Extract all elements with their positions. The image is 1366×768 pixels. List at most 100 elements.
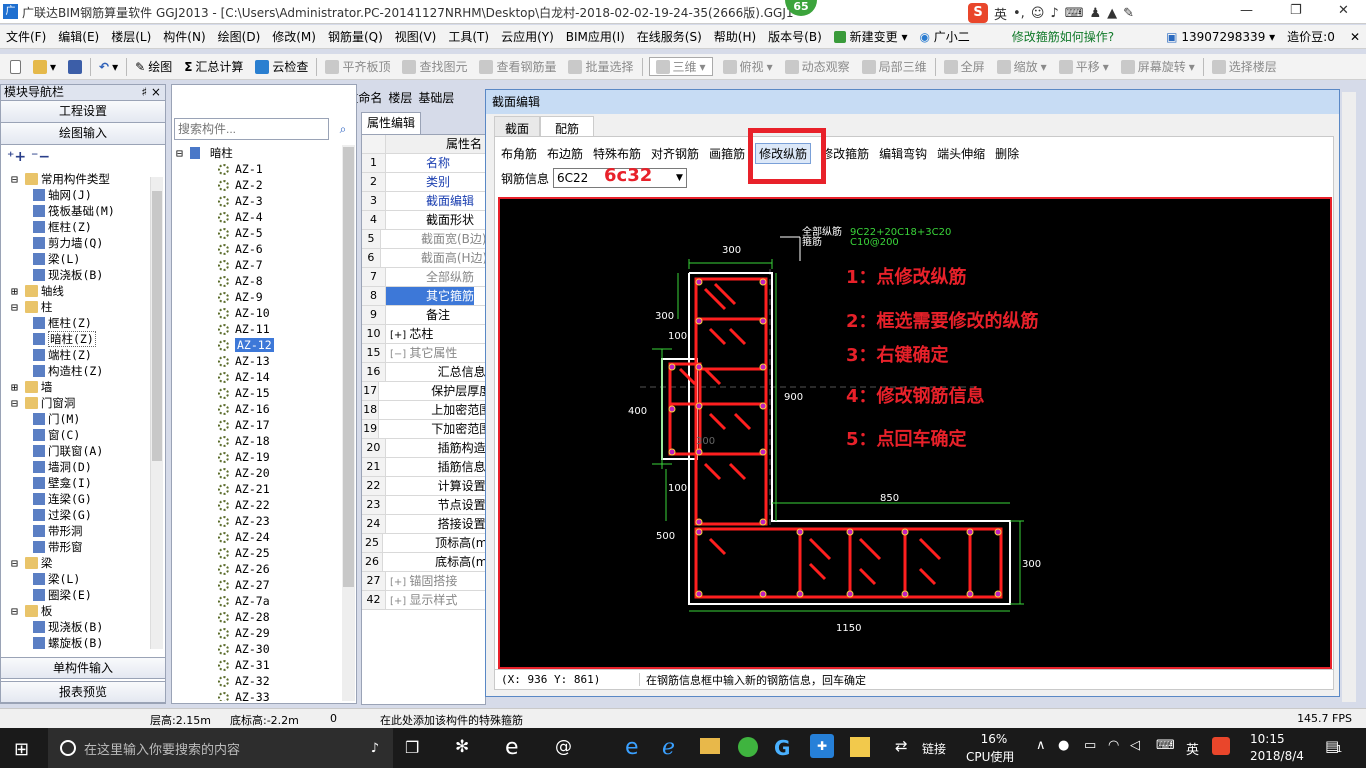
menu-item[interactable]: 修改(M): [266, 28, 322, 45]
nav-tree-item[interactable]: 圈梁(E): [1, 587, 149, 603]
nav-tree-item[interactable]: 暗柱(Z): [1, 331, 149, 347]
menu-item[interactable]: 构件(N): [157, 28, 211, 45]
volume-icon[interactable]: ◁: [1130, 738, 1140, 753]
network-label[interactable]: 链接: [922, 740, 946, 757]
nav-tree-item[interactable]: ⊞ 轴线: [1, 283, 149, 299]
menu-item[interactable]: 楼层(L): [105, 28, 157, 45]
tab-property-edit[interactable]: 属性编辑: [361, 112, 421, 134]
open-button[interactable]: ▾: [27, 59, 62, 74]
nav-tree-item[interactable]: 现浇板(B): [1, 267, 149, 283]
nav-tree-item[interactable]: 轴网(J): [1, 187, 149, 203]
nav-tree-item[interactable]: ⊟ 柱: [1, 299, 149, 315]
minimize-icon[interactable]: —: [1240, 3, 1253, 18]
property-row[interactable]: 21 插筋信息: [362, 458, 485, 477]
component-list-item[interactable]: AZ-23: [176, 513, 336, 529]
right-scrollbar[interactable]: [1342, 92, 1356, 702]
single-input-button[interactable]: 单构件输入: [1, 657, 165, 679]
component-list-item[interactable]: AZ-24: [176, 529, 336, 545]
property-row[interactable]: 25 顶标高(m): [362, 534, 485, 553]
account[interactable]: ▣ 13907298339 ▾: [1160, 30, 1281, 44]
property-row[interactable]: 5 截面宽(B边)(m: [362, 230, 485, 249]
component-list-item[interactable]: AZ-3: [176, 193, 336, 209]
batch-select-button[interactable]: 批量选择: [562, 58, 639, 75]
combo-arrow-icon[interactable]: ▼: [673, 169, 686, 187]
task-view-icon[interactable]: ❐: [405, 738, 419, 757]
report-preview-button[interactable]: 报表预览: [1, 681, 165, 703]
clock-time[interactable]: 10:15: [1250, 732, 1285, 746]
rebar-tool-button[interactable]: 编辑弯钩: [879, 145, 927, 162]
question-link[interactable]: 修改箍筋如何操作?: [1006, 28, 1120, 45]
tray-arrows-icon[interactable]: ⇄: [895, 737, 908, 755]
property-row[interactable]: 7 全部纵筋: [362, 268, 485, 287]
browser-360-icon[interactable]: [738, 737, 758, 757]
nav-tree-item[interactable]: 螺旋板(B): [1, 635, 149, 651]
nav-tree-item[interactable]: ⊞ 墙: [1, 379, 149, 395]
nav-tree-item[interactable]: ⊟ 板: [1, 603, 149, 619]
nav-tree-item[interactable]: 梁(L): [1, 251, 149, 267]
component-list-item[interactable]: AZ-13: [176, 353, 336, 369]
component-list-item[interactable]: AZ-7: [176, 257, 336, 273]
restore-icon[interactable]: ❐: [1290, 3, 1302, 18]
project-settings-button[interactable]: 工程设置: [1, 101, 165, 123]
property-row[interactable]: 10 [+] 芯柱: [362, 325, 485, 344]
edge-blue-icon[interactable]: e: [625, 735, 639, 760]
sogou-tray-icon[interactable]: [1212, 737, 1230, 755]
menu-item[interactable]: 钢筋量(Q): [322, 28, 389, 45]
glodon-icon[interactable]: G: [774, 736, 790, 760]
property-row[interactable]: 16 汇总信息: [362, 363, 485, 382]
component-list-item[interactable]: AZ-28: [176, 609, 336, 625]
local-3d-button[interactable]: 局部三维: [856, 58, 933, 75]
component-list-item[interactable]: AZ-4: [176, 209, 336, 225]
edge-icon[interactable]: e: [505, 735, 519, 760]
property-row[interactable]: 27 [+] 锚固搭接: [362, 572, 485, 591]
property-row[interactable]: 23 节点设置: [362, 496, 485, 515]
nav-tree-item[interactable]: ⊟ 梁: [1, 555, 149, 571]
nav-tree-item[interactable]: 门(M): [1, 411, 149, 427]
nav-tree-item[interactable]: ⊟ 门窗洞: [1, 395, 149, 411]
component-list-item[interactable]: AZ-14: [176, 369, 336, 385]
component-list-item[interactable]: AZ-30: [176, 641, 336, 657]
ime-punct-icon[interactable]: •,: [1013, 6, 1025, 21]
property-row[interactable]: 18 上加密范围(m: [362, 401, 485, 420]
battery-icon[interactable]: ▭: [1084, 738, 1096, 753]
rebar-tool-button[interactable]: 画箍筋: [709, 145, 745, 162]
select-floor-button[interactable]: 选择楼层: [1206, 58, 1283, 75]
property-row[interactable]: 3 截面编辑: [362, 192, 485, 211]
rebar-tool-button[interactable]: 布边筋: [547, 145, 583, 162]
component-list-item[interactable]: AZ-21: [176, 481, 336, 497]
tray-up-icon[interactable]: ∧: [1036, 738, 1046, 753]
pin-close-icon[interactable]: ♯ ×: [141, 85, 161, 100]
property-row[interactable]: 4 截面形状: [362, 211, 485, 230]
close-icon[interactable]: ✕: [1338, 3, 1349, 18]
nav-tree-item[interactable]: 梁(L): [1, 571, 149, 587]
nav-tree-item[interactable]: 剪力墙(Q): [1, 235, 149, 251]
tray-user-icon[interactable]: ●: [1058, 738, 1069, 753]
collapse-icon[interactable]: [−]: [390, 349, 409, 360]
menu-item[interactable]: 工具(T): [442, 28, 495, 45]
component-list-item[interactable]: AZ-29: [176, 625, 336, 641]
taskbar-search[interactable]: 在这里输入你要搜索的内容 ♪: [48, 728, 393, 768]
microphone-icon[interactable]: ♪: [371, 741, 379, 756]
menu-item[interactable]: 编辑(E): [52, 28, 105, 45]
component-list-item[interactable]: AZ-22: [176, 497, 336, 513]
component-list-item[interactable]: AZ-25: [176, 545, 336, 561]
expand-icon[interactable]: [+]: [390, 577, 409, 588]
component-list-item[interactable]: AZ-10: [176, 305, 336, 321]
user-icon[interactable]: ♟: [1089, 6, 1101, 21]
component-list-item[interactable]: AZ-26: [176, 561, 336, 577]
view-3d-dropdown[interactable]: 三维 ▾: [648, 57, 713, 76]
search-input[interactable]: [175, 119, 328, 139]
base-floor-select[interactable]: 基础层: [418, 89, 454, 106]
fullscreen-button[interactable]: 全屏: [938, 58, 991, 75]
property-row[interactable]: 22 计算设置: [362, 477, 485, 496]
expand-icon[interactable]: [+]: [390, 596, 409, 607]
nav-tree-item[interactable]: 连梁(G): [1, 491, 149, 507]
nav-tree-item[interactable]: 带形窗: [1, 539, 149, 555]
zoom-button[interactable]: 缩放 ▾: [991, 58, 1053, 75]
nav-scroll-thumb[interactable]: [152, 191, 162, 461]
assistant-menu[interactable]: ◉ 广小二: [913, 28, 975, 45]
mic-icon[interactable]: ♪: [1050, 6, 1058, 21]
emoji-icon[interactable]: ☺: [1031, 6, 1045, 21]
nav-tree-item[interactable]: 端柱(Z): [1, 347, 149, 363]
nav-tree-item[interactable]: 框柱(Z): [1, 315, 149, 331]
